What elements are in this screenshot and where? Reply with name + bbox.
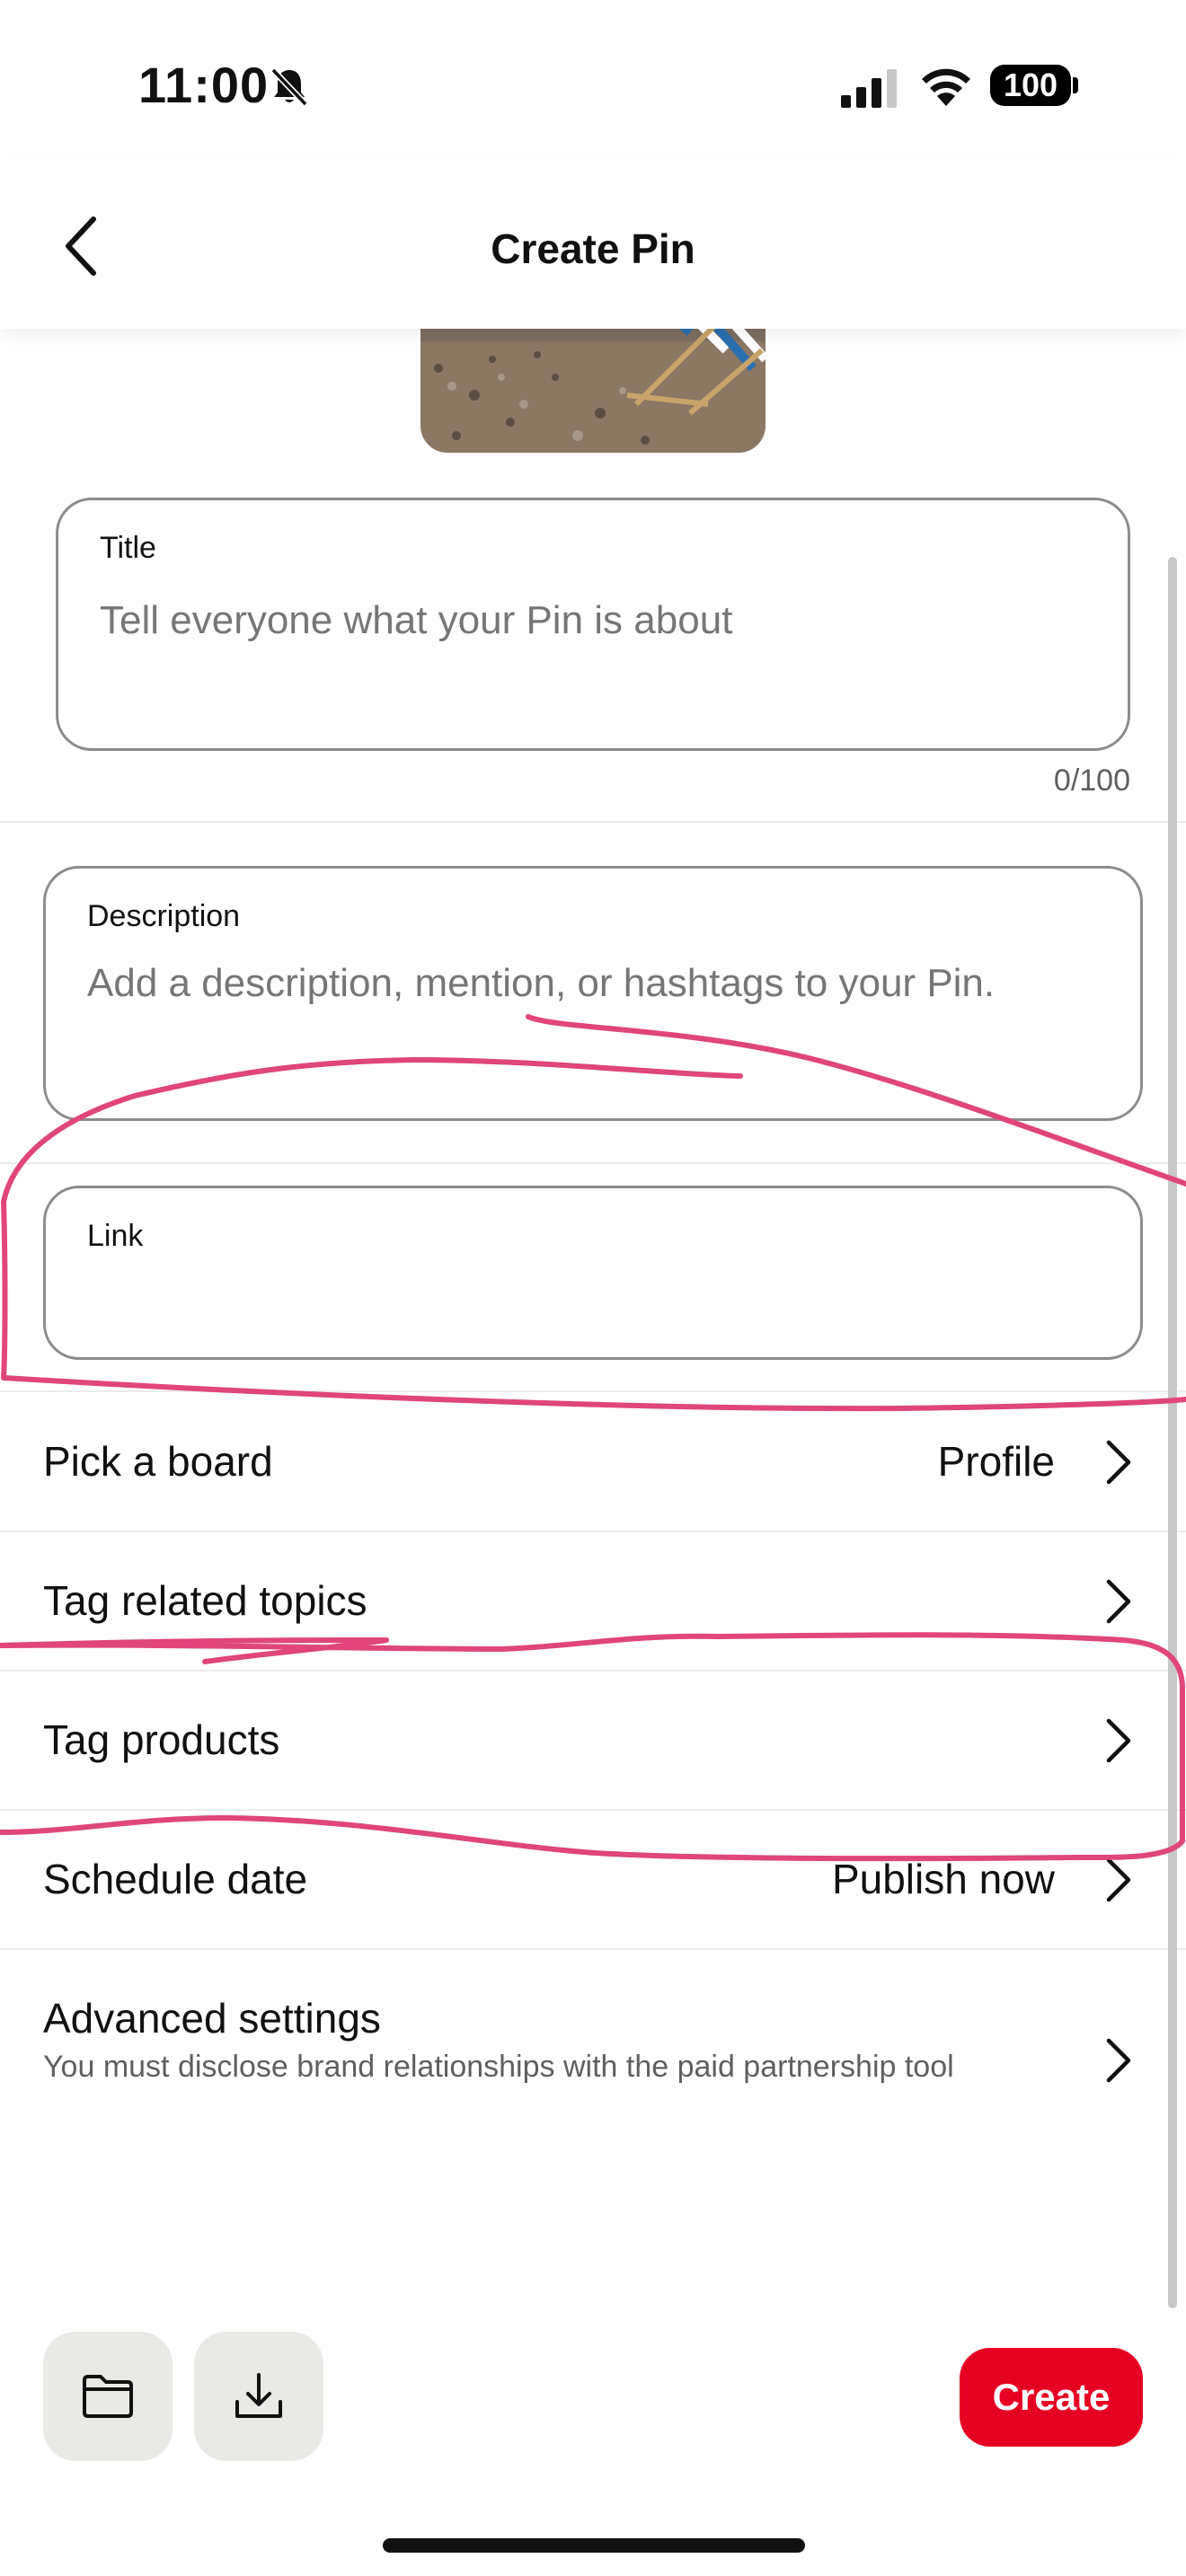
description-field-placeholder: Add a description, mention, or hashtags … bbox=[87, 961, 996, 1005]
description-field[interactable]: Description Add a description, mention, … bbox=[43, 866, 1143, 1121]
row-label: Pick a board bbox=[43, 1438, 273, 1485]
row-tag-products[interactable]: Tag products bbox=[0, 1671, 1186, 1809]
divider bbox=[0, 821, 1186, 823]
create-pin-screen: 11:00 100 Create Pin Title Tell everyone… bbox=[0, 0, 1186, 2576]
row-label: Tag products bbox=[43, 1716, 280, 1763]
link-field-label: Link bbox=[87, 1219, 144, 1253]
scrollbar[interactable] bbox=[1168, 557, 1177, 2308]
folder-icon bbox=[83, 2375, 133, 2418]
chevron-right-icon bbox=[1106, 1857, 1131, 1902]
folder-button[interactable] bbox=[43, 2332, 173, 2461]
link-field[interactable]: Link bbox=[43, 1186, 1143, 1360]
battery-cap bbox=[1073, 77, 1078, 93]
row-subtitle: You must disclose brand relationships wi… bbox=[43, 2050, 954, 2084]
create-button[interactable]: Create bbox=[960, 2348, 1143, 2447]
download-button[interactable] bbox=[194, 2332, 323, 2461]
row-label: Advanced settings bbox=[43, 1995, 381, 2042]
row-schedule-date[interactable]: Schedule date Publish now bbox=[0, 1810, 1186, 1948]
status-time: 11:00 bbox=[138, 57, 270, 113]
chevron-right-icon bbox=[1106, 2038, 1131, 2083]
divider bbox=[0, 1162, 1186, 1164]
title-field-label: Title bbox=[100, 531, 156, 565]
download-icon bbox=[235, 2373, 282, 2418]
signal-icon bbox=[841, 69, 897, 108]
row-value: Publish now bbox=[831, 1856, 1055, 1902]
row-pick-a-board[interactable]: Pick a board Profile bbox=[0, 1392, 1186, 1531]
row-tag-related-topics[interactable]: Tag related topics bbox=[0, 1531, 1186, 1670]
chevron-right-icon bbox=[1106, 1718, 1131, 1763]
description-field-label: Description bbox=[87, 899, 241, 933]
bell-muted-icon bbox=[270, 67, 308, 107]
wifi-icon bbox=[922, 68, 970, 106]
status-bar: 11:00 100 bbox=[0, 0, 1186, 162]
title-char-counter: 0/100 bbox=[1053, 763, 1130, 798]
row-value: Profile bbox=[937, 1438, 1055, 1485]
chevron-right-icon bbox=[1106, 1440, 1131, 1485]
row-advanced-settings[interactable]: Advanced settings You must disclose bran… bbox=[0, 1949, 1186, 2156]
row-label: Tag related topics bbox=[43, 1577, 367, 1624]
header: Create Pin bbox=[0, 162, 1186, 329]
home-indicator[interactable] bbox=[383, 2538, 805, 2553]
row-label: Schedule date bbox=[43, 1856, 308, 1902]
page-title: Create Pin bbox=[491, 225, 695, 272]
battery-icon: 100 bbox=[990, 65, 1071, 106]
title-field[interactable]: Title Tell everyone what your Pin is abo… bbox=[56, 498, 1130, 751]
title-field-placeholder: Tell everyone what your Pin is about bbox=[100, 598, 733, 642]
chevron-right-icon bbox=[1106, 1579, 1131, 1624]
